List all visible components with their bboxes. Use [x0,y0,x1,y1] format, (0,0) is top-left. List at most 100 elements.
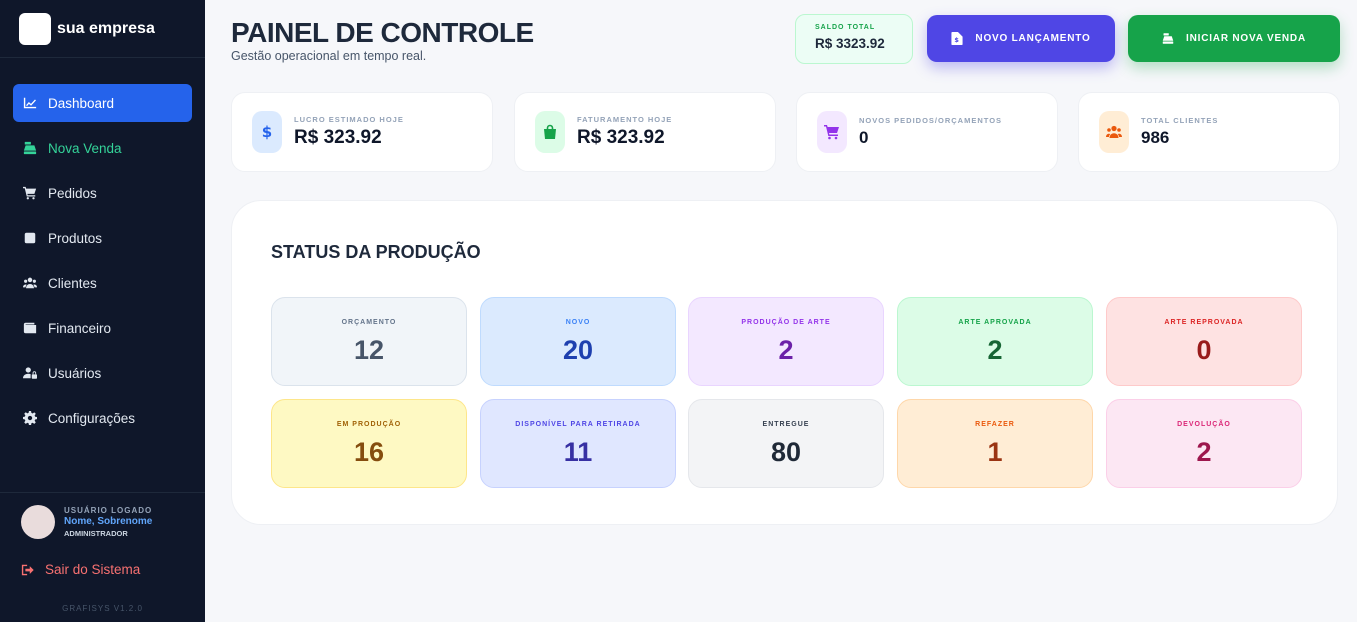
production-title: STATUS DA PRODUÇÃO [271,242,481,262]
sidebar-nav: Dashboard Nova Venda Pedidos Produtos Cl… [13,84,192,444]
avatar[interactable] [21,505,55,539]
sidebar-item-label: Clientes [48,275,97,291]
sidebar-item-financeiro[interactable]: Financeiro [13,309,192,347]
status-tile[interactable]: NOVO 20 [480,297,676,386]
status-tile-label: NOVO [565,319,591,326]
status-tile-label: ENTREGUE [762,421,810,428]
status-tile-label: REFAZER [975,421,1015,428]
status-tile[interactable]: ENTREGUE 80 [688,399,884,488]
status-tile[interactable]: DEVOLUÇÃO 2 [1106,399,1302,488]
user-info: USUÁRIO LOGADO Nome, Sobrenome ADMINISTR… [64,506,152,538]
page-title: PAINEL DE CONTROLE [231,17,534,48]
saldo-total-card: SALDO TOTAL R$ 3323.92 [795,14,913,64]
status-tile[interactable]: PRODUÇÃO DE ARTE 2 [688,297,884,386]
sidebar-item-label: Pedidos [48,185,97,201]
stat-card-faturamento: FATURAMENTO HOJE R$ 323.92 [514,92,776,172]
status-tile[interactable]: ORÇAMENTO 12 [271,297,467,386]
page-subtitle: Gestão operacional em tempo real. [231,49,427,63]
status-tile-count: 0 [1196,335,1212,365]
cart-icon [22,185,38,201]
status-tile-count: 2 [987,335,1003,365]
user-name: Nome, Sobrenome [64,516,153,527]
cash-register-icon [22,140,38,156]
status-tile-label: ORÇAMENTO [341,319,397,326]
novo-lancamento-button[interactable]: $ NOVO LANÇAMENTO [927,15,1115,62]
user-caption: USUÁRIO LOGADO [64,506,153,515]
wallet-icon [22,320,38,336]
sidebar-item-usuarios[interactable]: Usuários [13,354,192,392]
logout-icon [21,564,34,575]
status-tile[interactable]: ARTE REPROVADA 0 [1106,297,1302,386]
stat-value: R$ 323.92 [577,127,665,148]
status-tile-label: EM PRODUÇÃO [336,421,402,428]
iniciar-venda-label: INICIAR NOVA VENDA [1186,33,1306,44]
status-tile[interactable]: REFAZER 1 [897,399,1093,488]
novo-lancamento-label: NOVO LANÇAMENTO [975,33,1091,44]
stat-caption: FATURAMENTO HOJE [577,115,673,124]
shopping-bag-icon [535,111,565,153]
dollar-icon: $ [252,111,282,153]
sidebar-item-label: Dashboard [48,95,115,111]
cart-icon [817,111,847,153]
users-icon [22,275,38,291]
brand-logo [19,12,51,45]
sidebar-item-pedidos[interactable]: Pedidos [13,174,192,212]
status-tile-count: 2 [1196,437,1212,467]
status-tile-count: 12 [353,335,385,365]
stat-value: R$ 323.92 [294,127,382,148]
svg-text:$: $ [955,36,960,44]
sidebar: sua empresa Dashboard Nova Venda Pedidos… [0,0,205,622]
sidebar-item-label: Configurações [48,410,136,426]
status-tile[interactable]: EM PRODUÇÃO 16 [271,399,467,488]
stat-value: 986 [1141,128,1170,147]
status-tile-count: 80 [770,437,802,467]
stat-value: 0 [859,128,869,147]
sidebar-item-label: Produtos [48,230,103,246]
brand[interactable]: sua empresa [0,0,205,58]
sidebar-item-produtos[interactable]: Produtos [13,219,192,257]
invoice-icon: $ [951,32,963,45]
sidebar-item-clientes[interactable]: Clientes [13,264,192,302]
stat-card-total-clientes: TOTAL CLIENTES 986 [1078,92,1340,172]
sidebar-item-label: Usuários [48,365,102,381]
saldo-value: R$ 3323.92 [815,36,885,51]
stat-caption: NOVOS PEDIDOS/ORÇAMENTOS [859,116,1003,125]
gear-icon [22,410,38,426]
cash-register-icon [1162,33,1174,44]
sidebar-item-label: Financeiro [48,320,112,336]
user-role: ADMINISTRADOR [64,529,128,538]
stat-caption: TOTAL CLIENTES [1141,116,1219,125]
status-tile-count: 11 [563,437,593,467]
user-panel: USUÁRIO LOGADO Nome, Sobrenome ADMINISTR… [0,492,205,539]
logout-link[interactable]: Sair do Sistema [21,562,140,577]
stat-card-lucro: $ LUCRO ESTIMADO HOJE R$ 323.92 [231,92,493,172]
brand-name: sua empresa [57,19,155,37]
sidebar-item-dashboard[interactable]: Dashboard [13,84,192,122]
logout-label: Sair do Sistema [45,562,141,577]
status-tile-label: PRODUÇÃO DE ARTE [741,319,831,326]
status-tile[interactable]: ARTE APROVADA 2 [897,297,1093,386]
app-version: GRAFISYS V1.2.0 [62,604,143,613]
status-tile-label: DISPONÍVEL PARA RETIRADA [515,421,641,428]
status-tile[interactable]: DISPONÍVEL PARA RETIRADA 11 [480,399,676,488]
chart-line-icon [22,95,38,111]
stat-caption: LUCRO ESTIMADO HOJE [294,115,404,124]
production-status-panel: STATUS DA PRODUÇÃO ORÇAMENTO 12 NOVO 20 PROD… [231,200,1338,525]
box-icon [22,230,38,246]
sidebar-item-label: Nova Venda [48,140,122,156]
status-tile-count: 16 [353,437,385,467]
sidebar-item-nova-venda[interactable]: Nova Venda [13,129,192,167]
status-tile-label: ARTE APROVADA [958,319,1032,326]
stat-card-novos-pedidos: NOVOS PEDIDOS/ORÇAMENTOS 0 [796,92,1058,172]
sidebar-item-configuracoes[interactable]: Configurações [13,399,192,437]
status-tile-label: DEVOLUÇÃO [1177,421,1231,428]
status-tile-label: ARTE REPROVADA [1164,319,1244,326]
status-tile-count: 2 [778,335,794,365]
user-lock-icon [22,365,38,381]
users-icon [1099,111,1129,153]
status-tile-count: 1 [987,437,1003,467]
status-tile-count: 20 [562,335,594,365]
saldo-caption: SALDO TOTAL [815,24,876,31]
iniciar-venda-button[interactable]: INICIAR NOVA VENDA [1128,15,1340,62]
svg-text:$: $ [262,124,272,140]
